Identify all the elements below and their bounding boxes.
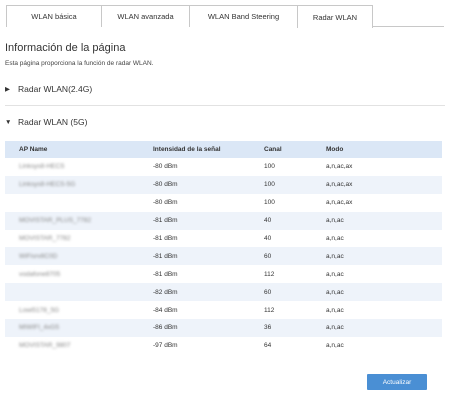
channel-cell: 40 — [264, 211, 326, 230]
column-header-channel: Canal — [264, 141, 326, 158]
section-radar-5g-label: Radar WLAN (5G) — [18, 117, 88, 127]
section-divider — [5, 105, 445, 106]
refresh-button[interactable]: Actualizar — [367, 374, 427, 390]
ap-name-cell: WiFisrv8C0D — [5, 247, 153, 266]
signal-cell: -81 dBm — [153, 211, 264, 230]
column-header-signal: Intensidad de la señal — [153, 141, 264, 158]
table-row: -82 dBm 60 a,n,ac — [5, 283, 442, 302]
table-row: WiFisrv8C0D -81 dBm 60 a,n,ac — [5, 247, 442, 266]
channel-cell: 100 — [264, 193, 326, 212]
mode-cell: a,n,ac,ax — [326, 158, 442, 176]
triangle-down-icon: ▼ — [5, 118, 12, 126]
mode-cell: a,n,ac — [326, 211, 442, 230]
triangle-right-icon: ▶ — [5, 86, 10, 93]
table-row: Linksys8-HECS-5G -80 dBm 100 a,n,ac,ax — [5, 175, 442, 194]
ap-name-cell: MOVISTAR_PLUS_7782 — [5, 211, 153, 230]
tab-radar-wlan[interactable]: Radar WLAN — [297, 5, 373, 28]
signal-cell: -86 dBm — [153, 319, 264, 337]
ap-name-cell: Linksys8-HECS-5G — [5, 175, 153, 194]
mode-cell: a,n,ac — [326, 319, 442, 337]
table-row: MOVISTAR_PLUS_7782 -81 dBm 40 a,n,ac — [5, 211, 442, 230]
table-row: Linksys8-HECS -80 dBm 100 a,n,ac,ax — [5, 158, 442, 176]
ap-table-header-row: AP Name Intensidad de la señal Canal Mod… — [5, 141, 442, 158]
mode-cell: a,n,ac — [326, 229, 442, 248]
channel-cell: 60 — [264, 247, 326, 266]
mode-cell: a,n,ac,ax — [326, 193, 442, 212]
mode-cell: a,n,ac — [326, 265, 442, 284]
tab-bar: WLAN básica WLAN avanzada WLAN Band Stee… — [6, 5, 444, 28]
ap-name-cell — [5, 283, 153, 302]
ap-name-cell: MOVISTAR_7782 — [5, 229, 153, 248]
mode-cell: a,n,ac,ax — [326, 175, 442, 194]
table-row: Lowi5178_5G -84 dBm 112 a,n,ac — [5, 301, 442, 320]
section-radar-5g[interactable]: ▼ Radar WLAN (5G) — [5, 117, 87, 127]
mode-cell: a,n,ac — [326, 247, 442, 266]
tab-wlan-avanzada[interactable]: WLAN avanzada — [101, 5, 190, 27]
table-row: -80 dBm 100 a,n,ac,ax — [5, 193, 442, 212]
channel-cell: 112 — [264, 301, 326, 320]
channel-cell: 60 — [264, 283, 326, 302]
table-row: MOVISTAR_7782 -81 dBm 40 a,n,ac — [5, 229, 442, 248]
tab-wlan-basica[interactable]: WLAN básica — [6, 5, 102, 27]
table-row: MIWIFI_4xG5 -86 dBm 36 a,n,ac — [5, 319, 442, 337]
channel-cell: 100 — [264, 175, 326, 194]
signal-cell: -81 dBm — [153, 247, 264, 266]
mode-cell: a,n,ac — [326, 283, 442, 302]
channel-cell: 112 — [264, 265, 326, 284]
ap-table: AP Name Intensidad de la señal Canal Mod… — [5, 141, 442, 355]
section-radar-24g[interactable]: ▶ Radar WLAN(2.4G) — [5, 84, 92, 94]
signal-cell: -81 dBm — [153, 265, 264, 284]
section-radar-24g-label: Radar WLAN(2.4G) — [18, 84, 93, 94]
signal-cell: -81 dBm — [153, 229, 264, 248]
channel-cell: 64 — [264, 336, 326, 355]
ap-name-cell: MOVISTAR_9807 — [5, 336, 153, 355]
channel-cell: 100 — [264, 158, 326, 176]
mode-cell: a,n,ac — [326, 336, 442, 355]
ap-name-cell: vodafone8705 — [5, 265, 153, 284]
page-description: Esta página proporciona la función de ra… — [5, 60, 154, 67]
signal-cell: -97 dBm — [153, 336, 264, 355]
signal-cell: -84 dBm — [153, 301, 264, 320]
signal-cell: -82 dBm — [153, 283, 264, 302]
column-header-ap-name: AP Name — [5, 141, 153, 158]
channel-cell: 36 — [264, 319, 326, 337]
page-title: Información de la página — [5, 42, 126, 54]
channel-cell: 40 — [264, 229, 326, 248]
signal-cell: -80 dBm — [153, 175, 264, 194]
ap-name-cell: Lowi5178_5G — [5, 301, 153, 320]
tab-wlan-band-steering[interactable]: WLAN Band Steering — [189, 5, 298, 27]
table-row: MOVISTAR_9807 -97 dBm 64 a,n,ac — [5, 336, 442, 355]
table-row: vodafone8705 -81 dBm 112 a,n,ac — [5, 265, 442, 284]
ap-name-cell: Linksys8-HECS — [5, 158, 153, 176]
signal-cell: -80 dBm — [153, 193, 264, 212]
ap-name-cell: MIWIFI_4xG5 — [5, 319, 153, 337]
column-header-mode: Modo — [326, 141, 442, 158]
signal-cell: -80 dBm — [153, 158, 264, 176]
mode-cell: a,n,ac — [326, 301, 442, 320]
ap-name-cell — [5, 193, 153, 212]
